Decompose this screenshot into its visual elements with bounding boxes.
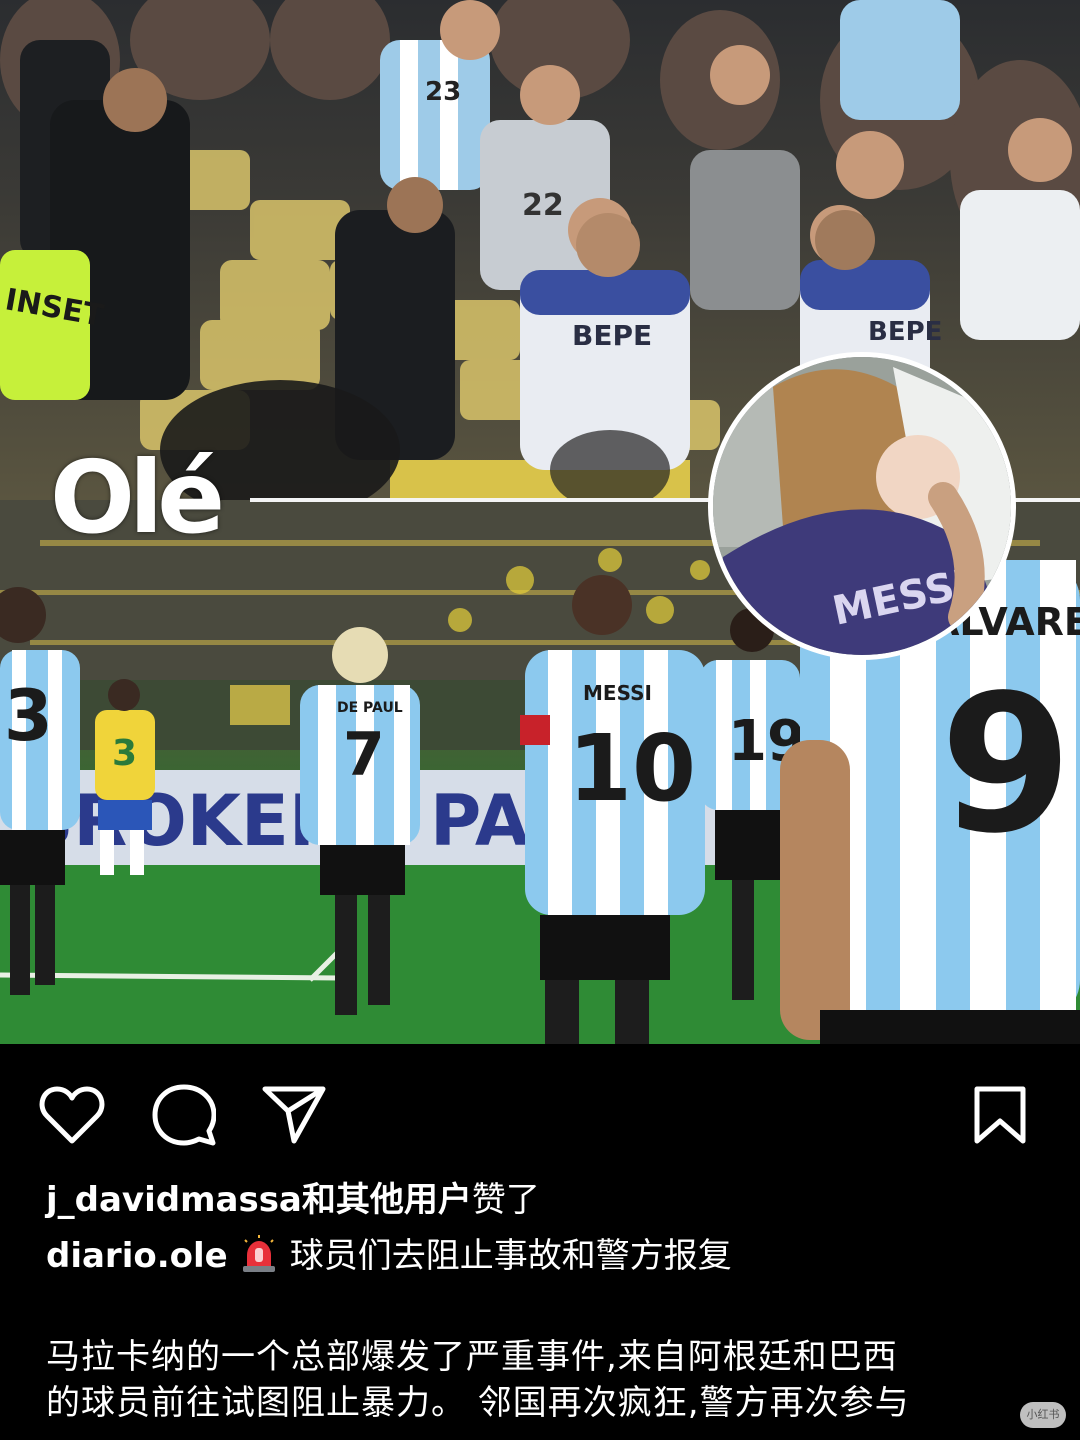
siren-icon	[242, 1234, 276, 1272]
player-7-number: 7	[343, 720, 385, 790]
player-10-number: 10	[568, 715, 696, 822]
caption-body-line-1: 马拉卡纳的一个总部爆发了严重事件,来自阿根廷和巴西	[46, 1337, 898, 1377]
caption-body: 马拉卡纳的一个总部爆发了严重事件,来自阿根廷和巴西 的球员前往试图阻止暴力。 邻…	[46, 1334, 1046, 1426]
fan-number-23: 23	[425, 77, 461, 107]
caption-text: 球员们去阻止事故和警方报复	[289, 1236, 732, 1276]
bookmark-icon[interactable]	[964, 1079, 1036, 1151]
caption-body-line-2: 的球员前往试图阻止暴力。 邻国再次疯狂,警方再次参与	[46, 1383, 910, 1423]
player-9-number: 9	[940, 654, 1072, 875]
fan-number-22: 22	[522, 188, 564, 223]
comment-icon[interactable]	[148, 1079, 220, 1151]
caption: diario.ole 球员们去阻止事故和警方报复	[46, 1228, 1046, 1284]
ad-board-text-2: PA	[430, 780, 529, 862]
heart-icon[interactable]	[36, 1079, 108, 1151]
likes-suffix: 赞了	[471, 1180, 540, 1220]
likes-summary[interactable]: j_davidmassa和其他用户赞了	[46, 1172, 1046, 1228]
post-action-bar	[0, 1044, 1080, 1174]
player-7-name: DE PAUL	[337, 700, 403, 716]
police-shirt-label-1: BEPE	[572, 319, 652, 352]
liker-username[interactable]: j_davidmassa	[46, 1180, 302, 1220]
inset-child-photo: MESSI	[708, 352, 1016, 660]
send-icon[interactable]	[258, 1079, 330, 1151]
likes-others-link[interactable]: 和其他用户	[302, 1180, 472, 1220]
watermark-badge: 小红书	[1020, 1402, 1066, 1428]
police-shirt-label-2: BEPE	[868, 317, 942, 347]
player-10-name: MESSI	[583, 681, 652, 705]
brazil-player-number: 3	[112, 733, 137, 774]
ole-logo: Olé	[50, 439, 225, 556]
post-media[interactable]: 23 22 INSET BEPE BEPE BROKER PA 3 3 DE P…	[0, 0, 1080, 1044]
player-left-number: 3	[4, 675, 53, 757]
caption-username[interactable]: diario.ole	[46, 1236, 228, 1276]
